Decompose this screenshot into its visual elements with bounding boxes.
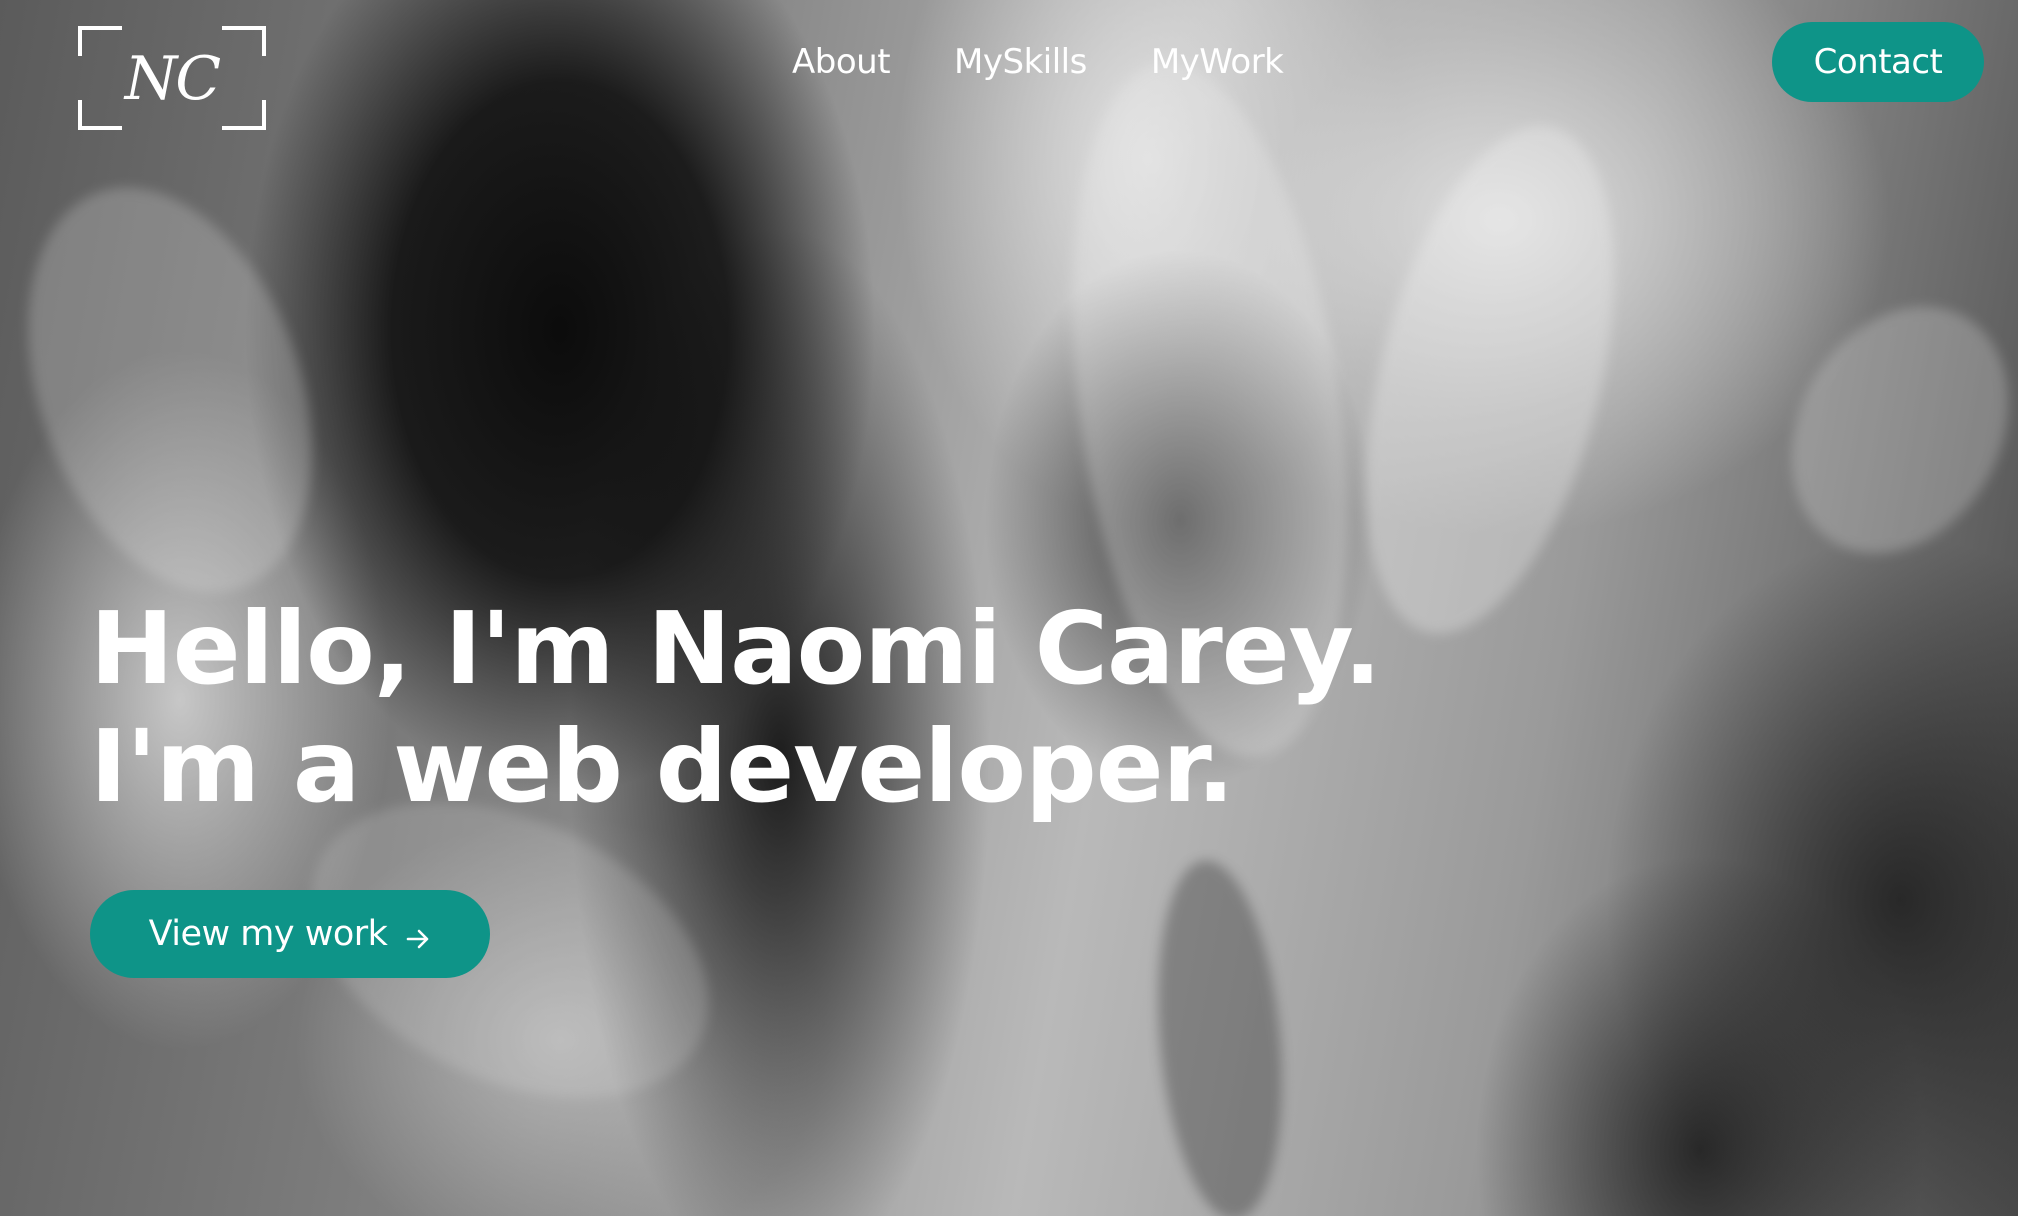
hero-headline: Hello, I'm Naomi Carey. I'm a web develo… bbox=[90, 590, 1382, 826]
nav-link-myskills[interactable]: MySkills bbox=[954, 38, 1087, 86]
hero-greeting: Hello, I'm Naomi Carey. bbox=[90, 590, 1382, 707]
main-nav: About MySkills MyWork bbox=[792, 38, 1284, 86]
nav-link-about[interactable]: About bbox=[792, 38, 891, 86]
view-my-work-label: View my work bbox=[148, 914, 388, 954]
hero-section: NC About MySkills MyWork Contact Hello, … bbox=[0, 0, 2018, 1216]
smoke-wisp bbox=[1748, 267, 2018, 593]
arrow-right-icon bbox=[405, 921, 431, 949]
smoke-wisp bbox=[1320, 101, 1660, 659]
site-logo[interactable]: NC bbox=[78, 26, 266, 130]
contact-button[interactable]: Contact bbox=[1772, 22, 1984, 102]
view-my-work-button[interactable]: View my work bbox=[90, 890, 490, 978]
hero-role: I'm a web developer. bbox=[90, 708, 1235, 825]
nav-link-mywork[interactable]: MyWork bbox=[1151, 38, 1284, 86]
smoke-wisp bbox=[0, 148, 364, 632]
smoke-wisp bbox=[1144, 855, 1296, 1216]
logo-monogram: NC bbox=[124, 44, 221, 114]
